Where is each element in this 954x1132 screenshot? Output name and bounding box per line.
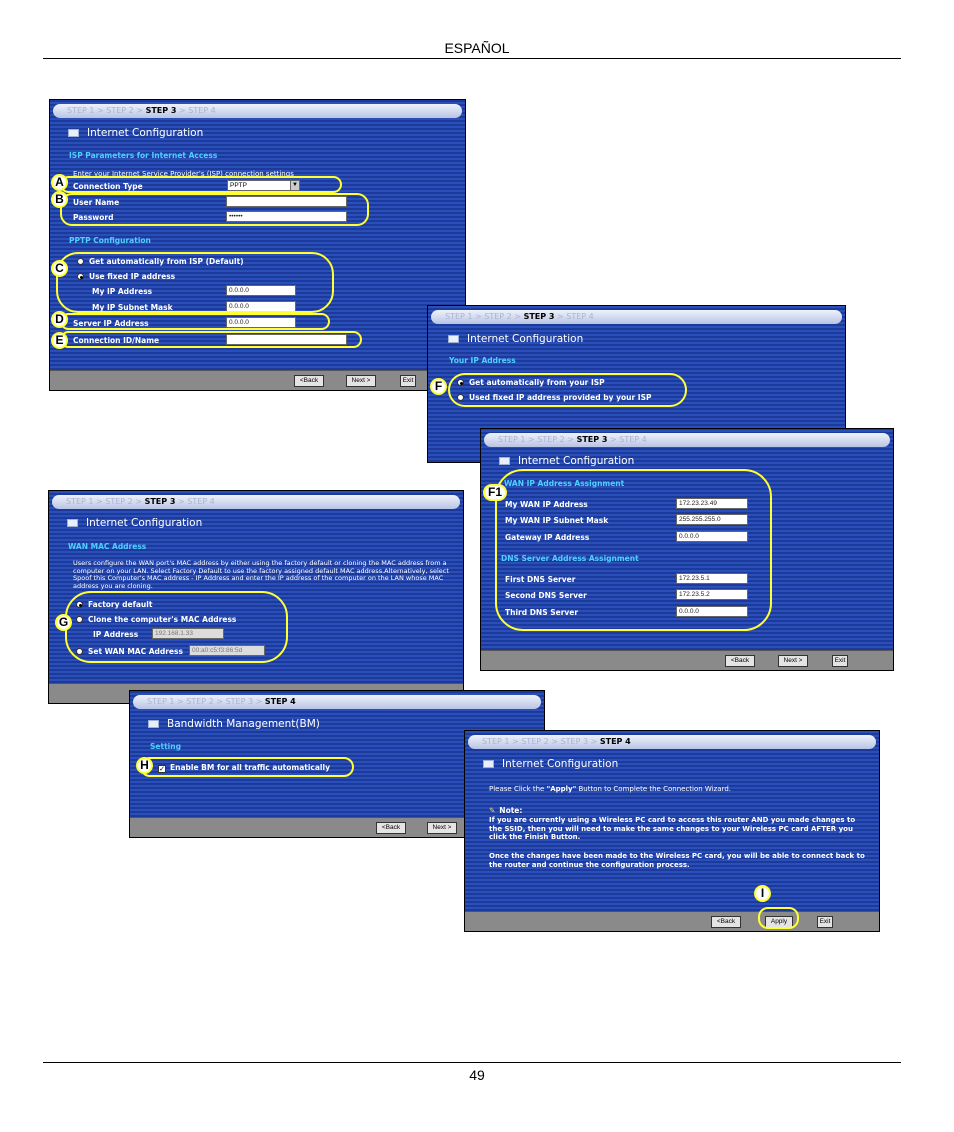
wizard-step-bar: STEP 1 > STEP 2 > STEP 3 > STEP 4 xyxy=(431,310,842,324)
panel-footer: <Back Next > Exit xyxy=(50,370,465,390)
isp-parameters-panel: STEP 1 > STEP 2 > STEP 3 > STEP 4 Intern… xyxy=(49,99,466,391)
note-pencil-icon: ✎ xyxy=(489,806,496,815)
wan-mac-intro: Users configure the WAN port's MAC addre… xyxy=(73,559,449,590)
wan-ip-dns-panel: STEP 1 > STEP 2 > STEP 3 > STEP 4 Intern… xyxy=(480,428,894,671)
callout-h-highlight xyxy=(140,757,354,777)
note-heading: ✎ Note: xyxy=(489,806,523,815)
wizard-step-bar: STEP 1 > STEP 2 > STEP 3 > STEP 4 xyxy=(468,735,876,749)
folder-icon xyxy=(499,457,510,465)
callout-f1-highlight xyxy=(495,469,772,631)
section-setting: Setting xyxy=(150,742,181,751)
back-button[interactable]: <Back xyxy=(725,655,755,667)
callout-e: E xyxy=(51,332,68,349)
page-header-language: ESPAÑOL xyxy=(444,40,510,56)
panel-footer: <Back Next > Exit xyxy=(481,650,893,670)
callout-g-highlight xyxy=(65,591,288,663)
page-number: 49 xyxy=(469,1067,485,1083)
next-button[interactable]: Next > xyxy=(778,655,808,667)
section-isp-parameters: ISP Parameters for Internet Access xyxy=(69,151,218,160)
wizard-step-bar: STEP 1 > STEP 2 > STEP 3 > STEP 4 xyxy=(52,495,460,509)
panel-title: Internet Configuration xyxy=(448,333,583,345)
wizard-step-bar: STEP 1 > STEP 2 > STEP 3 > STEP 4 xyxy=(484,433,890,447)
callout-e-highlight xyxy=(60,331,362,348)
callout-i-highlight xyxy=(758,907,799,929)
next-button[interactable]: Next > xyxy=(427,822,457,834)
panel-title: Bandwidth Management(BM) xyxy=(148,718,320,730)
section-wan-mac: WAN MAC Address xyxy=(68,542,147,551)
folder-icon xyxy=(68,129,79,137)
folder-icon xyxy=(483,760,494,768)
back-button[interactable]: <Back xyxy=(376,822,406,834)
callout-b: B xyxy=(51,191,68,208)
back-button[interactable]: <Back xyxy=(711,916,741,928)
wizard-step-bar: STEP 1 > STEP 2 > STEP 3 > STEP 4 xyxy=(53,104,462,118)
callout-a: A xyxy=(51,174,68,191)
callout-f: F xyxy=(430,378,447,395)
panel-title: Internet Configuration xyxy=(499,455,634,467)
folder-icon xyxy=(67,519,78,527)
exit-button[interactable]: Exit xyxy=(817,916,833,928)
panel-footer: <Back Apply Exit xyxy=(465,911,879,931)
exit-button[interactable]: Exit xyxy=(832,655,848,667)
note-text: If you are currently using a Wireless PC… xyxy=(489,816,856,841)
footer-rule xyxy=(43,1062,901,1063)
panel-title: Internet Configuration xyxy=(67,517,202,529)
next-button[interactable]: Next > xyxy=(346,375,376,387)
callout-h: H xyxy=(136,757,153,774)
callout-b-highlight xyxy=(60,193,369,226)
section-pptp-configuration: PPTP Configuration xyxy=(69,236,151,245)
callout-c: C xyxy=(51,260,68,277)
folder-icon xyxy=(148,720,159,728)
callout-f1: F1 xyxy=(483,484,507,501)
callout-g: G xyxy=(55,614,72,631)
exit-button[interactable]: Exit xyxy=(400,375,416,387)
wizard-step-bar: STEP 1 > STEP 2 > STEP 3 > STEP 4 xyxy=(133,695,541,709)
section-your-ip-address: Your IP Address xyxy=(449,356,516,365)
panel-title: Internet Configuration xyxy=(68,127,203,139)
callout-d-highlight xyxy=(60,313,330,330)
apply-intro-text: Please Click the "Apply" Button to Compl… xyxy=(489,785,732,793)
folder-icon xyxy=(448,335,459,343)
callout-f-highlight xyxy=(448,373,687,407)
wan-mac-address-panel: STEP 1 > STEP 2 > STEP 3 > STEP 4 Intern… xyxy=(48,490,464,704)
back-button[interactable]: <Back xyxy=(294,375,324,387)
apply-confirmation-panel: STEP 1 > STEP 2 > STEP 3 > STEP 4 Intern… xyxy=(464,730,880,932)
callout-d: D xyxy=(51,311,68,328)
panel-title: Internet Configuration xyxy=(483,758,618,770)
callout-i: I xyxy=(754,885,771,902)
callout-a-highlight xyxy=(60,176,342,193)
note-text-followup: Once the changes have been made to the W… xyxy=(489,852,865,869)
header-rule xyxy=(43,58,901,59)
callout-c-highlight xyxy=(56,252,334,313)
